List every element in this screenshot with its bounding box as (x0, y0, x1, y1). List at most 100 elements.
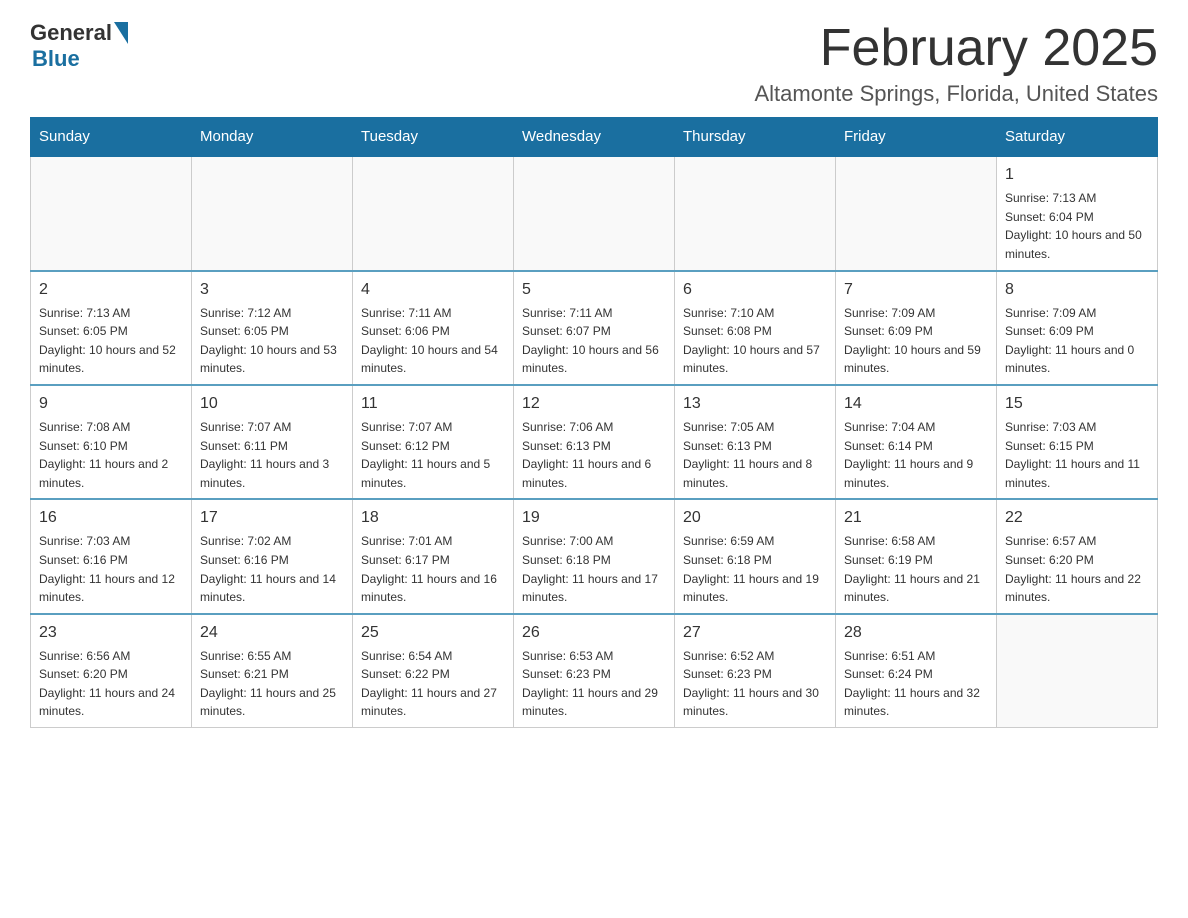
month-title: February 2025 (754, 20, 1158, 77)
day-number: 11 (361, 392, 505, 416)
day-info: Sunrise: 7:07 AMSunset: 6:11 PMDaylight:… (200, 418, 344, 492)
location-title: Altamonte Springs, Florida, United State… (754, 81, 1158, 107)
day-number: 9 (39, 392, 183, 416)
weekday-header: Saturday (997, 118, 1158, 157)
day-number: 7 (844, 278, 988, 302)
day-number: 2 (39, 278, 183, 302)
calendar-week-row: 1Sunrise: 7:13 AMSunset: 6:04 PMDaylight… (31, 156, 1158, 270)
calendar-day-cell: 6Sunrise: 7:10 AMSunset: 6:08 PMDaylight… (675, 271, 836, 385)
day-number: 22 (1005, 506, 1149, 530)
day-number: 16 (39, 506, 183, 530)
calendar-day-cell (192, 156, 353, 270)
calendar-week-row: 16Sunrise: 7:03 AMSunset: 6:16 PMDayligh… (31, 499, 1158, 613)
day-info: Sunrise: 7:10 AMSunset: 6:08 PMDaylight:… (683, 304, 827, 378)
day-info: Sunrise: 6:54 AMSunset: 6:22 PMDaylight:… (361, 647, 505, 721)
weekday-header: Tuesday (353, 118, 514, 157)
day-number: 3 (200, 278, 344, 302)
calendar-day-cell: 12Sunrise: 7:06 AMSunset: 6:13 PMDayligh… (514, 385, 675, 499)
day-info: Sunrise: 6:53 AMSunset: 6:23 PMDaylight:… (522, 647, 666, 721)
day-number: 25 (361, 621, 505, 645)
day-info: Sunrise: 6:58 AMSunset: 6:19 PMDaylight:… (844, 532, 988, 606)
day-number: 10 (200, 392, 344, 416)
calendar-day-cell: 5Sunrise: 7:11 AMSunset: 6:07 PMDaylight… (514, 271, 675, 385)
calendar-day-cell (997, 614, 1158, 728)
page-header: General Blue February 2025 Altamonte Spr… (30, 20, 1158, 107)
calendar-day-cell: 4Sunrise: 7:11 AMSunset: 6:06 PMDaylight… (353, 271, 514, 385)
day-number: 19 (522, 506, 666, 530)
day-info: Sunrise: 7:08 AMSunset: 6:10 PMDaylight:… (39, 418, 183, 492)
calendar-day-cell: 22Sunrise: 6:57 AMSunset: 6:20 PMDayligh… (997, 499, 1158, 613)
day-info: Sunrise: 7:02 AMSunset: 6:16 PMDaylight:… (200, 532, 344, 606)
logo-general-text: General (30, 20, 112, 46)
day-number: 18 (361, 506, 505, 530)
day-info: Sunrise: 7:13 AMSunset: 6:04 PMDaylight:… (1005, 189, 1149, 263)
logo: General Blue (30, 20, 128, 72)
calendar-day-cell: 7Sunrise: 7:09 AMSunset: 6:09 PMDaylight… (836, 271, 997, 385)
calendar-day-cell: 16Sunrise: 7:03 AMSunset: 6:16 PMDayligh… (31, 499, 192, 613)
calendar-day-cell: 8Sunrise: 7:09 AMSunset: 6:09 PMDaylight… (997, 271, 1158, 385)
day-info: Sunrise: 7:05 AMSunset: 6:13 PMDaylight:… (683, 418, 827, 492)
calendar-table: SundayMondayTuesdayWednesdayThursdayFrid… (30, 117, 1158, 728)
day-info: Sunrise: 7:06 AMSunset: 6:13 PMDaylight:… (522, 418, 666, 492)
day-info: Sunrise: 6:57 AMSunset: 6:20 PMDaylight:… (1005, 532, 1149, 606)
calendar-day-cell: 18Sunrise: 7:01 AMSunset: 6:17 PMDayligh… (353, 499, 514, 613)
day-info: Sunrise: 6:51 AMSunset: 6:24 PMDaylight:… (844, 647, 988, 721)
calendar-day-cell (353, 156, 514, 270)
day-number: 6 (683, 278, 827, 302)
calendar-day-cell: 26Sunrise: 6:53 AMSunset: 6:23 PMDayligh… (514, 614, 675, 728)
calendar-day-cell: 13Sunrise: 7:05 AMSunset: 6:13 PMDayligh… (675, 385, 836, 499)
logo-blue-text: Blue (32, 46, 80, 72)
day-info: Sunrise: 7:04 AMSunset: 6:14 PMDaylight:… (844, 418, 988, 492)
calendar-day-cell: 25Sunrise: 6:54 AMSunset: 6:22 PMDayligh… (353, 614, 514, 728)
title-section: February 2025 Altamonte Springs, Florida… (754, 20, 1158, 107)
day-info: Sunrise: 7:00 AMSunset: 6:18 PMDaylight:… (522, 532, 666, 606)
day-info: Sunrise: 7:01 AMSunset: 6:17 PMDaylight:… (361, 532, 505, 606)
calendar-day-cell: 14Sunrise: 7:04 AMSunset: 6:14 PMDayligh… (836, 385, 997, 499)
calendar-day-cell: 19Sunrise: 7:00 AMSunset: 6:18 PMDayligh… (514, 499, 675, 613)
calendar-day-cell: 9Sunrise: 7:08 AMSunset: 6:10 PMDaylight… (31, 385, 192, 499)
calendar-day-cell: 20Sunrise: 6:59 AMSunset: 6:18 PMDayligh… (675, 499, 836, 613)
calendar-day-cell: 15Sunrise: 7:03 AMSunset: 6:15 PMDayligh… (997, 385, 1158, 499)
day-info: Sunrise: 7:07 AMSunset: 6:12 PMDaylight:… (361, 418, 505, 492)
day-number: 13 (683, 392, 827, 416)
day-number: 27 (683, 621, 827, 645)
day-info: Sunrise: 6:52 AMSunset: 6:23 PMDaylight:… (683, 647, 827, 721)
day-number: 12 (522, 392, 666, 416)
day-info: Sunrise: 7:11 AMSunset: 6:07 PMDaylight:… (522, 304, 666, 378)
calendar-week-row: 9Sunrise: 7:08 AMSunset: 6:10 PMDaylight… (31, 385, 1158, 499)
day-number: 28 (844, 621, 988, 645)
day-info: Sunrise: 6:59 AMSunset: 6:18 PMDaylight:… (683, 532, 827, 606)
calendar-day-cell: 3Sunrise: 7:12 AMSunset: 6:05 PMDaylight… (192, 271, 353, 385)
day-info: Sunrise: 7:03 AMSunset: 6:15 PMDaylight:… (1005, 418, 1149, 492)
day-info: Sunrise: 7:11 AMSunset: 6:06 PMDaylight:… (361, 304, 505, 378)
day-number: 23 (39, 621, 183, 645)
weekday-header: Wednesday (514, 118, 675, 157)
calendar-day-cell (675, 156, 836, 270)
day-number: 14 (844, 392, 988, 416)
calendar-day-cell: 10Sunrise: 7:07 AMSunset: 6:11 PMDayligh… (192, 385, 353, 499)
day-info: Sunrise: 7:09 AMSunset: 6:09 PMDaylight:… (1005, 304, 1149, 378)
calendar-week-row: 2Sunrise: 7:13 AMSunset: 6:05 PMDaylight… (31, 271, 1158, 385)
calendar-day-cell: 28Sunrise: 6:51 AMSunset: 6:24 PMDayligh… (836, 614, 997, 728)
calendar-header-row: SundayMondayTuesdayWednesdayThursdayFrid… (31, 118, 1158, 157)
day-number: 24 (200, 621, 344, 645)
day-info: Sunrise: 7:09 AMSunset: 6:09 PMDaylight:… (844, 304, 988, 378)
calendar-day-cell: 11Sunrise: 7:07 AMSunset: 6:12 PMDayligh… (353, 385, 514, 499)
day-number: 26 (522, 621, 666, 645)
calendar-day-cell (514, 156, 675, 270)
calendar-day-cell: 21Sunrise: 6:58 AMSunset: 6:19 PMDayligh… (836, 499, 997, 613)
day-number: 20 (683, 506, 827, 530)
calendar-day-cell: 23Sunrise: 6:56 AMSunset: 6:20 PMDayligh… (31, 614, 192, 728)
day-info: Sunrise: 6:55 AMSunset: 6:21 PMDaylight:… (200, 647, 344, 721)
day-number: 4 (361, 278, 505, 302)
day-number: 1 (1005, 163, 1149, 187)
calendar-day-cell: 27Sunrise: 6:52 AMSunset: 6:23 PMDayligh… (675, 614, 836, 728)
weekday-header: Friday (836, 118, 997, 157)
day-info: Sunrise: 7:12 AMSunset: 6:05 PMDaylight:… (200, 304, 344, 378)
weekday-header: Monday (192, 118, 353, 157)
calendar-day-cell: 2Sunrise: 7:13 AMSunset: 6:05 PMDaylight… (31, 271, 192, 385)
day-info: Sunrise: 7:03 AMSunset: 6:16 PMDaylight:… (39, 532, 183, 606)
day-number: 21 (844, 506, 988, 530)
weekday-header: Sunday (31, 118, 192, 157)
calendar-day-cell: 1Sunrise: 7:13 AMSunset: 6:04 PMDaylight… (997, 156, 1158, 270)
